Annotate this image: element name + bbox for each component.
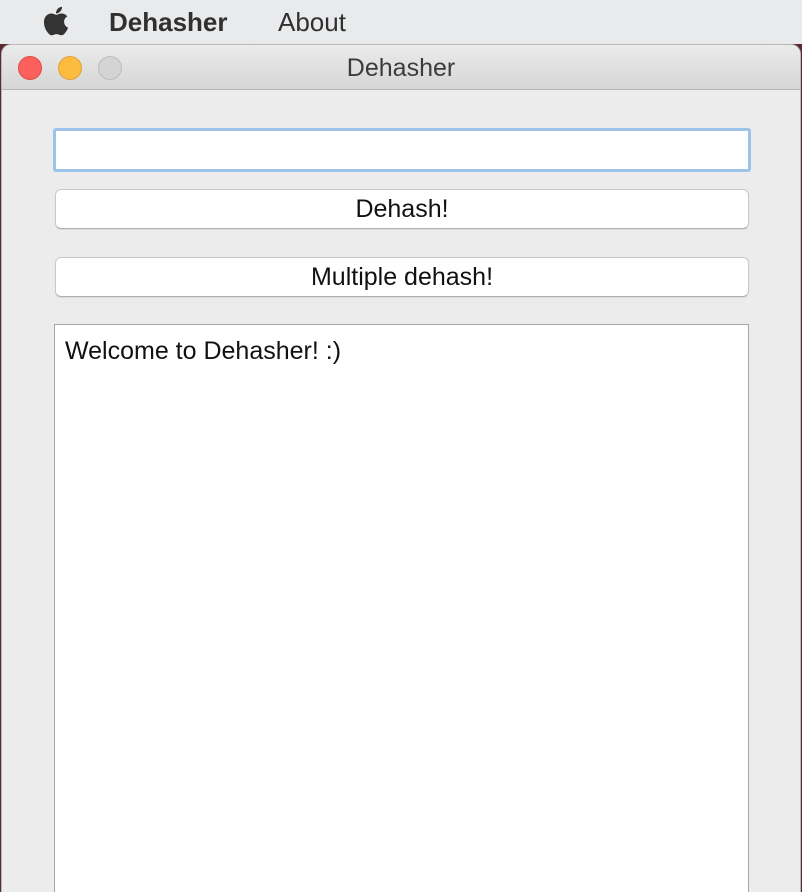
close-button[interactable] [18,56,42,80]
output-text-area[interactable]: Welcome to Dehasher! :) [54,324,749,892]
minimize-button[interactable] [58,56,82,80]
menu-app-name[interactable]: Dehasher [109,5,228,39]
title-bar[interactable]: Dehasher [2,45,800,90]
output-text: Welcome to Dehasher! :) [65,337,342,365]
menu-about[interactable]: About [278,5,346,39]
zoom-button[interactable] [98,56,122,80]
apple-icon[interactable] [41,6,71,36]
dehash-button[interactable]: Dehash! [55,189,749,229]
menu-bar: Dehasher About [0,0,802,44]
multiple-dehash-button[interactable]: Multiple dehash! [55,257,749,297]
hash-input[interactable] [53,128,751,172]
app-window: Dehasher Dehash! Multiple dehash! Welcom… [2,45,800,892]
